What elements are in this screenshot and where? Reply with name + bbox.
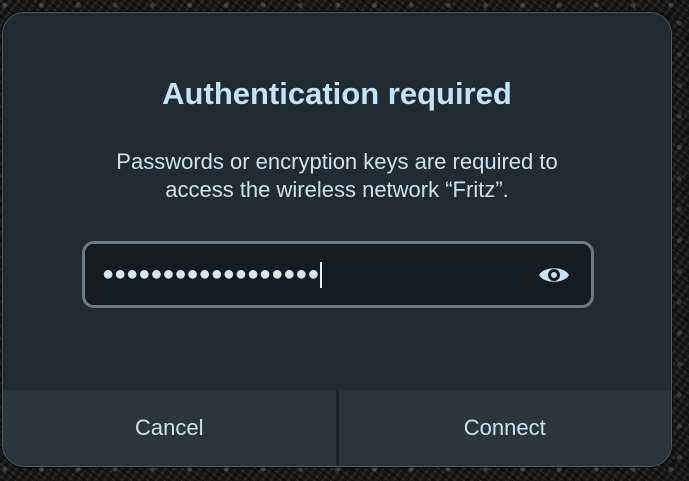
reveal-password-button[interactable] xyxy=(537,262,571,288)
cancel-button[interactable]: Cancel xyxy=(3,390,336,466)
dialog-message: Passwords or encryption keys are require… xyxy=(116,149,558,202)
connect-button[interactable]: Connect xyxy=(339,390,672,466)
password-masked-value: ●●●●●●●●●●●●●●●●●● xyxy=(102,263,320,285)
auth-dialog: Authentication required Passwords or enc… xyxy=(2,12,672,467)
eye-icon xyxy=(539,267,569,282)
password-field[interactable]: ●●●●●●●●●●●●●●●●●● xyxy=(82,241,594,308)
dialog-footer: Cancel Connect xyxy=(3,390,671,466)
text-caret xyxy=(320,261,323,288)
dialog-title: Authentication required xyxy=(162,76,512,111)
password-input[interactable]: ●●●●●●●●●●●●●●●●●● xyxy=(102,261,323,288)
